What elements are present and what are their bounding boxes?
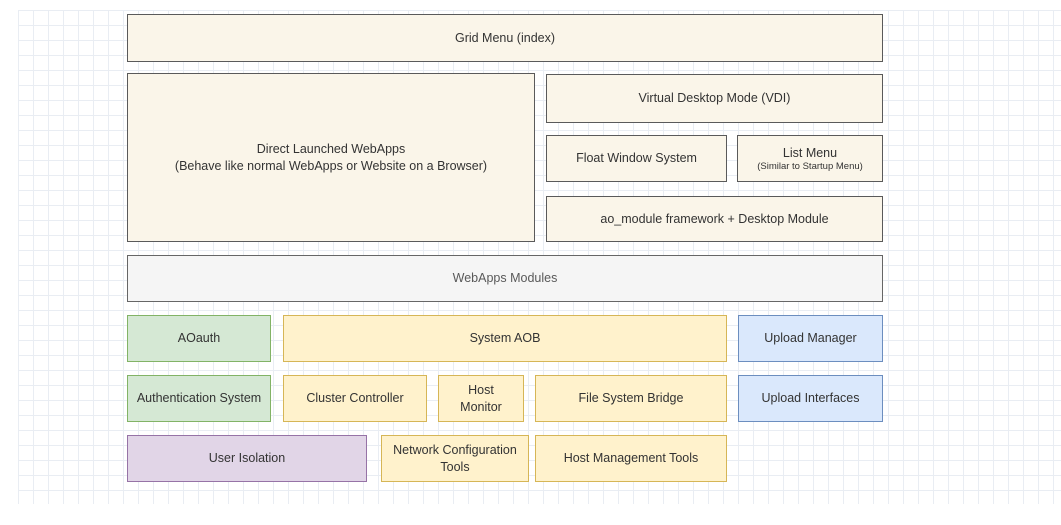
box-label: Cluster Controller bbox=[306, 390, 403, 406]
box-label: Host Management Tools bbox=[564, 450, 699, 466]
box-label: WebApps Modules bbox=[453, 270, 558, 286]
diagram-box-webapps-modules: WebApps Modules bbox=[127, 255, 883, 302]
box-label: Virtual Desktop Mode (VDI) bbox=[639, 90, 791, 106]
diagram-box-direct-launched-webapps: Direct Launched WebApps (Behave like nor… bbox=[127, 73, 535, 242]
box-label: ao_module framework + Desktop Module bbox=[600, 211, 828, 227]
diagram-box-list-menu: List Menu (Similar to Startup Menu) bbox=[737, 135, 883, 182]
box-sublabel: (Similar to Startup Menu) bbox=[757, 161, 863, 172]
box-label: Upload Interfaces bbox=[762, 390, 860, 406]
diagram-box-float-window-system: Float Window System bbox=[546, 135, 727, 182]
diagram-box-user-isolation: User Isolation bbox=[127, 435, 367, 482]
diagram-box-upload-manager: Upload Manager bbox=[738, 315, 883, 362]
box-label: Upload Manager bbox=[764, 330, 856, 346]
box-label: User Isolation bbox=[209, 450, 285, 466]
diagram-box-host-management-tools: Host Management Tools bbox=[535, 435, 727, 482]
diagram-box-upload-interfaces: Upload Interfaces bbox=[738, 375, 883, 422]
box-label: Authentication System bbox=[137, 390, 261, 406]
diagram-box-aoauth: AOauth bbox=[127, 315, 271, 362]
box-label: System AOB bbox=[470, 330, 541, 346]
diagram-box-system-aob: System AOB bbox=[283, 315, 727, 362]
box-label: Direct Launched WebApps bbox=[257, 141, 405, 157]
diagram-box-host-monitor: Host Monitor bbox=[438, 375, 524, 422]
diagram-box-virtual-desktop-mode: Virtual Desktop Mode (VDI) bbox=[546, 74, 883, 123]
box-label: File System Bridge bbox=[579, 390, 684, 406]
box-label: AOauth bbox=[178, 330, 220, 346]
diagram-box-network-configuration-tools: Network Configuration Tools bbox=[381, 435, 529, 482]
diagram-box-cluster-controller: Cluster Controller bbox=[283, 375, 427, 422]
diagram-box-authentication-system: Authentication System bbox=[127, 375, 271, 422]
diagram-canvas: Grid Menu (index) Direct Launched WebApp… bbox=[0, 0, 1061, 525]
diagram-box-ao-module-framework: ao_module framework + Desktop Module bbox=[546, 196, 883, 242]
box-label: Grid Menu (index) bbox=[455, 30, 555, 46]
box-label: List Menu bbox=[783, 145, 837, 161]
box-label: Network Configuration Tools bbox=[390, 442, 520, 475]
box-label: Host Monitor bbox=[447, 382, 515, 415]
box-sublabel: (Behave like normal WebApps or Website o… bbox=[175, 158, 487, 174]
box-label: Float Window System bbox=[576, 150, 697, 166]
diagram-box-file-system-bridge: File System Bridge bbox=[535, 375, 727, 422]
diagram-box-grid-menu: Grid Menu (index) bbox=[127, 14, 883, 62]
